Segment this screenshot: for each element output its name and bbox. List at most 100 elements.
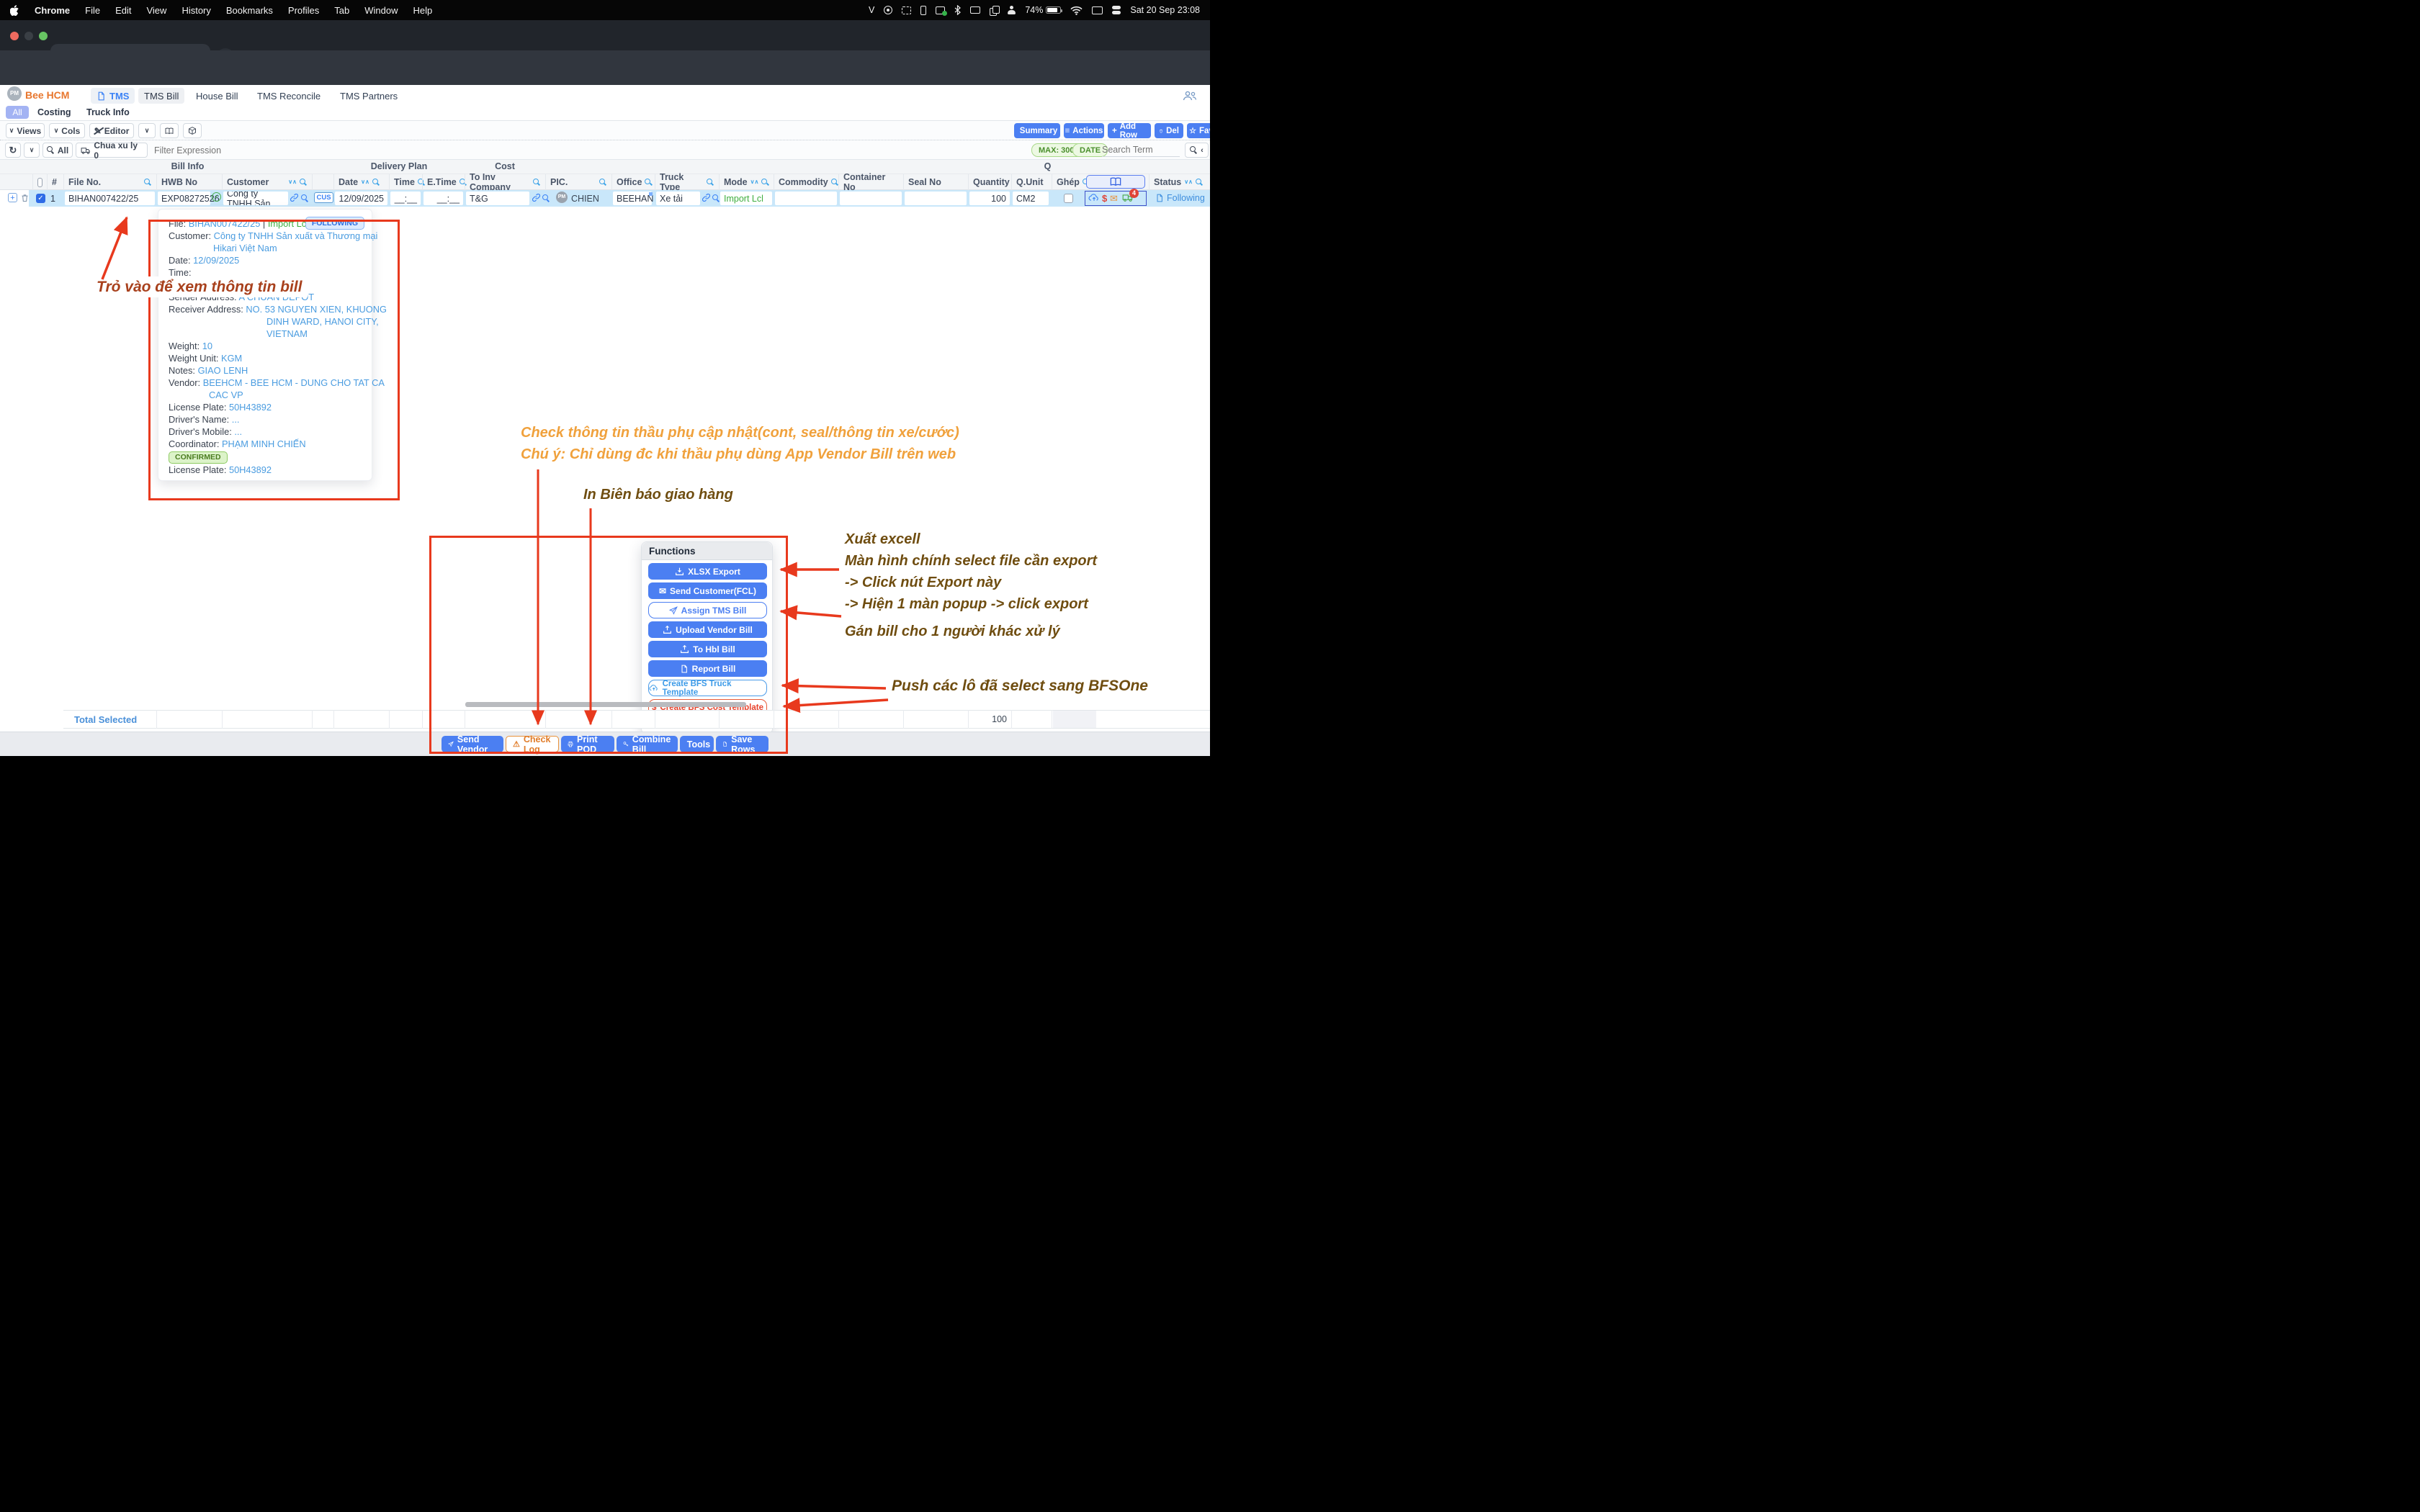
- menu-history[interactable]: History: [182, 5, 210, 16]
- sort-icons[interactable]: ∨∧: [750, 179, 759, 185]
- screenshot-icon[interactable]: [902, 6, 911, 14]
- cloud-upload-icon[interactable]: [1088, 193, 1100, 202]
- package-button[interactable]: [183, 123, 202, 138]
- search-all-button[interactable]: All: [42, 143, 73, 158]
- col-pic[interactable]: PIC.: [545, 174, 611, 190]
- add-row-button[interactable]: +Add Row: [1108, 123, 1151, 138]
- search-icon[interactable]: [707, 179, 714, 186]
- copy-icon[interactable]: [990, 6, 998, 14]
- nav-tab-tms[interactable]: TMS: [91, 88, 135, 104]
- users-icon[interactable]: [1183, 91, 1197, 101]
- mail-icon[interactable]: ✉: [1110, 193, 1118, 204]
- device-sync-icon[interactable]: [936, 6, 945, 14]
- keyboard-icon[interactable]: [1092, 6, 1103, 14]
- col-to-inv-company[interactable]: To Inv Company: [465, 174, 545, 190]
- subnav-tab-all[interactable]: All: [6, 106, 29, 119]
- minimize-window-button[interactable]: [24, 32, 33, 40]
- cell-status[interactable]: Following: [1155, 193, 1205, 203]
- search-icon[interactable]: [144, 179, 152, 186]
- filter-expression-input[interactable]: [154, 143, 334, 157]
- user-switch-icon[interactable]: [1008, 6, 1016, 14]
- menu-window[interactable]: Window: [364, 5, 398, 16]
- apple-menu-icon[interactable]: [10, 5, 19, 16]
- book-view-button[interactable]: [160, 123, 179, 138]
- col-actions-book-button[interactable]: [1086, 175, 1145, 189]
- menu-tab[interactable]: Tab: [334, 5, 349, 16]
- close-window-button[interactable]: [10, 32, 19, 40]
- col-container-no[interactable]: Container No: [838, 174, 903, 190]
- nav-tab-house-bill[interactable]: House Bill: [196, 91, 238, 102]
- row-trash-icon[interactable]: [20, 193, 30, 203]
- dollar-icon[interactable]: $: [1102, 193, 1107, 204]
- col-qunit[interactable]: Q.Unit: [1011, 174, 1052, 190]
- row-add-icon[interactable]: +: [8, 193, 17, 202]
- col-quantity[interactable]: Quantity: [968, 174, 1011, 190]
- sort-icons[interactable]: ∨∧: [1184, 179, 1193, 185]
- record-icon[interactable]: [884, 6, 892, 14]
- link-icon[interactable]: [290, 194, 298, 202]
- col-mode[interactable]: Mode∨∧: [719, 174, 774, 190]
- search-icon[interactable]: [533, 179, 541, 186]
- nav-tab-tms-partners[interactable]: TMS Partners: [340, 91, 398, 102]
- cell-truck-type[interactable]: Xe tải: [656, 192, 700, 205]
- delete-button[interactable]: Del: [1155, 123, 1183, 138]
- col-ghep[interactable]: Ghép: [1052, 174, 1084, 190]
- col-seal-no[interactable]: Seal No: [903, 174, 968, 190]
- views-button[interactable]: ∨Views: [6, 123, 45, 138]
- link-icon[interactable]: [532, 194, 540, 202]
- cell-quantity[interactable]: 100: [969, 192, 1010, 205]
- user-avatar[interactable]: PM: [7, 86, 22, 101]
- zoom-window-button[interactable]: [39, 32, 48, 40]
- battery-status[interactable]: 74%: [1025, 5, 1061, 15]
- search-icon[interactable]: [761, 179, 769, 186]
- search-icon[interactable]: [372, 179, 380, 186]
- toolbar-dropdown-button[interactable]: ∨: [138, 123, 156, 138]
- summary-button[interactable]: Summary: [1014, 123, 1060, 138]
- cell-file-no[interactable]: BIHAN007422/25: [65, 192, 155, 205]
- search-icon[interactable]: [542, 194, 550, 202]
- menu-bookmarks[interactable]: Bookmarks: [226, 5, 273, 16]
- col-commodity[interactable]: Commodity: [774, 174, 838, 190]
- col-office[interactable]: Office: [611, 174, 655, 190]
- search-icon[interactable]: [599, 179, 607, 186]
- subnav-tab-truck-info[interactable]: Truck Info: [86, 107, 130, 117]
- cell-customer[interactable]: Công ty TNHH Sản: [223, 192, 288, 205]
- col-customer[interactable]: Customer∨∧: [222, 174, 312, 190]
- cell-to-inv-company[interactable]: T&G: [466, 192, 529, 205]
- cell-seal-no[interactable]: [905, 192, 967, 205]
- cols-button[interactable]: ∨Cols: [49, 123, 85, 138]
- col-time[interactable]: Time: [389, 174, 422, 190]
- sort-icons[interactable]: ∨∧: [288, 179, 297, 185]
- col-hwb-no[interactable]: HWB No: [156, 174, 222, 190]
- row-checkbox[interactable]: ✓: [36, 194, 45, 203]
- display-icon[interactable]: [970, 6, 980, 14]
- cus-badge[interactable]: CUS: [314, 192, 333, 203]
- wifi-icon[interactable]: [1070, 6, 1083, 15]
- actions-button[interactable]: ≡Actions: [1064, 123, 1104, 138]
- cell-date[interactable]: 12/09/2025: [335, 192, 387, 205]
- col-file-no[interactable]: File No.: [63, 174, 156, 190]
- nav-tab-tms-bill[interactable]: TMS Bill: [138, 88, 184, 104]
- cell-container-no[interactable]: [840, 192, 902, 205]
- col-status[interactable]: Status∨∧: [1149, 174, 1210, 190]
- search-icon[interactable]: [645, 179, 653, 186]
- menu-profiles[interactable]: Profiles: [288, 5, 319, 16]
- cell-commodity[interactable]: [775, 192, 837, 205]
- sort-icons[interactable]: ∨∧: [361, 179, 369, 185]
- search-icon[interactable]: [301, 194, 309, 202]
- cell-time[interactable]: __:__: [390, 192, 421, 205]
- col-date[interactable]: Date∨∧: [333, 174, 389, 190]
- control-center-icon[interactable]: [1112, 6, 1121, 14]
- editor-toggle-button[interactable]: ✎Editor: [89, 123, 134, 138]
- menu-help[interactable]: Help: [413, 5, 433, 16]
- subnav-tab-costing[interactable]: Costing: [37, 107, 71, 117]
- menu-view[interactable]: View: [146, 5, 166, 16]
- col-etime[interactable]: E.Time: [422, 174, 465, 190]
- brand-title[interactable]: Bee HCM: [25, 89, 69, 101]
- link-icon[interactable]: [702, 194, 710, 202]
- menu-chrome[interactable]: Chrome: [35, 5, 70, 16]
- col-num[interactable]: #: [47, 174, 63, 190]
- cell-hwb-no[interactable]: EXP08272526: [158, 192, 210, 205]
- select-all-column[interactable]: [32, 174, 47, 190]
- cell-etime[interactable]: __:__: [424, 192, 463, 205]
